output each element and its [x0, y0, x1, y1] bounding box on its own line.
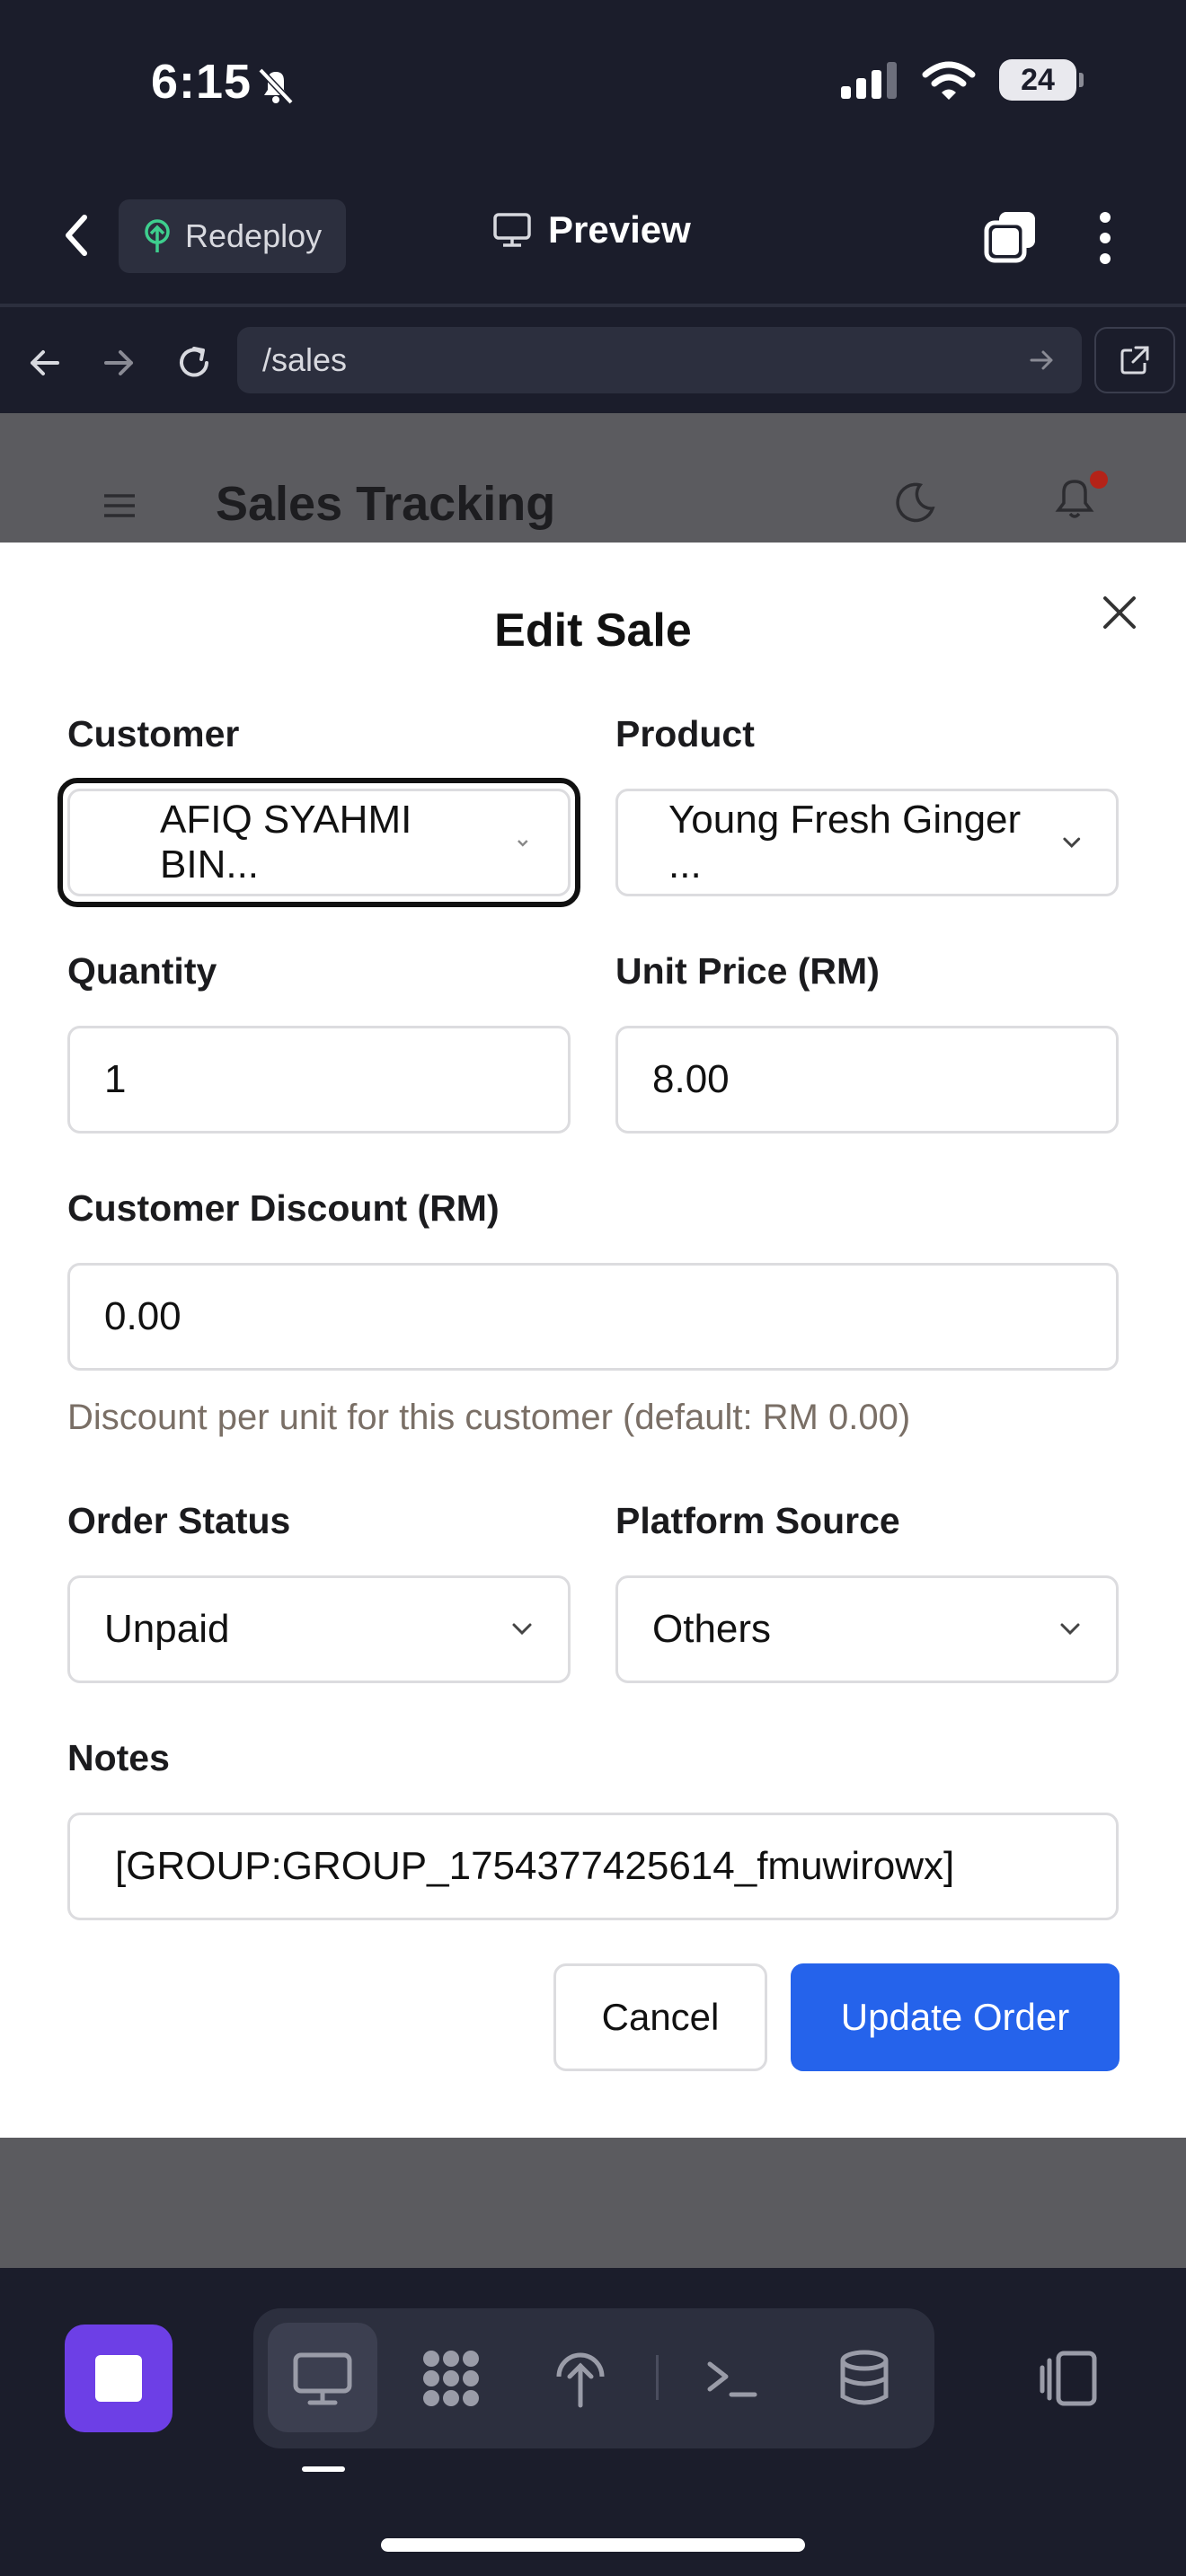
cellular-signal-icon [841, 62, 897, 99]
notification-bell-icon [1055, 471, 1108, 518]
url-text: /sales [262, 341, 348, 378]
platform-source-value: Others [652, 1607, 772, 1651]
order-status-select[interactable]: Unpaid [67, 1575, 571, 1683]
order-status-label: Order Status [67, 1500, 291, 1541]
go-arrow-icon[interactable] [1026, 345, 1057, 375]
reload-icon[interactable] [171, 340, 217, 386]
stop-button[interactable] [65, 2325, 173, 2432]
terminal-icon[interactable] [701, 2346, 766, 2411]
quantity-label: Quantity [67, 950, 217, 992]
product-value: Young Fresh Ginger ... [668, 798, 1022, 887]
wifi-icon [922, 61, 976, 100]
open-external-button[interactable] [1094, 327, 1175, 393]
hamburger-menu-icon [104, 494, 135, 517]
app-title: Sales Tracking [216, 477, 556, 531]
redeploy-label: Redeploy [185, 217, 323, 254]
cancel-button[interactable]: Cancel [553, 1963, 767, 2071]
chevron-down-icon [1063, 837, 1081, 849]
close-icon[interactable] [1094, 587, 1145, 638]
database-icon[interactable] [832, 2346, 897, 2411]
stop-icon [95, 2355, 142, 2402]
unit-price-label: Unit Price (RM) [615, 950, 880, 992]
active-tab-indicator [302, 2466, 345, 2472]
toolbar-separator [656, 2355, 659, 2400]
chevron-down-icon [512, 1623, 532, 1636]
discount-label: Customer Discount (RM) [67, 1187, 500, 1229]
modal-title: Edit Sale [494, 604, 692, 657]
dark-mode-icon [896, 482, 935, 523]
status-indicators: 24 [839, 59, 1084, 101]
unit-price-input[interactable]: 8.00 [615, 1026, 1119, 1134]
monitor-icon [493, 213, 531, 247]
quantity-input[interactable]: 1 [67, 1026, 571, 1134]
customer-select[interactable]: AFIQ SYAHMI BIN... [67, 789, 571, 896]
product-label: Product [615, 713, 755, 754]
more-options-icon[interactable] [1089, 208, 1121, 268]
redeploy-button[interactable]: Redeploy [119, 199, 346, 273]
grid-dots-icon[interactable] [419, 2346, 483, 2411]
platform-source-select[interactable]: Others [615, 1575, 1119, 1683]
back-icon[interactable] [54, 208, 99, 262]
browser-forward-icon[interactable] [95, 340, 142, 386]
deploy-icon [145, 219, 170, 252]
browser-back-icon[interactable] [22, 340, 68, 386]
home-indicator [381, 2538, 805, 2552]
update-order-button[interactable]: Update Order [791, 1963, 1120, 2071]
discount-input[interactable]: 0.00 [67, 1263, 1119, 1371]
battery-indicator: 24 [999, 59, 1084, 101]
notes-label: Notes [67, 1737, 170, 1778]
platform-source-label: Platform Source [615, 1500, 900, 1541]
customer-value: AFIQ SYAHMI BIN... [160, 798, 412, 887]
external-link-icon [1120, 346, 1149, 375]
customer-label: Customer [67, 713, 240, 754]
product-select[interactable]: Young Fresh Ginger ... [615, 789, 1119, 896]
tabs-icon[interactable] [981, 208, 1040, 268]
device-icon[interactable] [1035, 2346, 1100, 2411]
preview-label: Preview [548, 208, 691, 251]
chevron-down-icon [1060, 1623, 1080, 1636]
discount-help-text: Discount per unit for this customer (def… [67, 1398, 911, 1437]
preview-tab[interactable]: Preview [492, 208, 691, 251]
deploy-icon[interactable] [548, 2346, 613, 2411]
order-status-value: Unpaid [104, 1607, 230, 1651]
status-time: 6:15 [151, 55, 252, 109]
silent-bell-icon [258, 67, 294, 105]
chevron-down-icon [518, 840, 528, 847]
desktop-icon[interactable] [290, 2346, 355, 2411]
url-input[interactable]: /sales [237, 327, 1082, 393]
notes-input[interactable]: [GROUP:GROUP_1754377425614_fmuwirowx] [67, 1813, 1119, 1920]
header-divider [0, 304, 1186, 307]
